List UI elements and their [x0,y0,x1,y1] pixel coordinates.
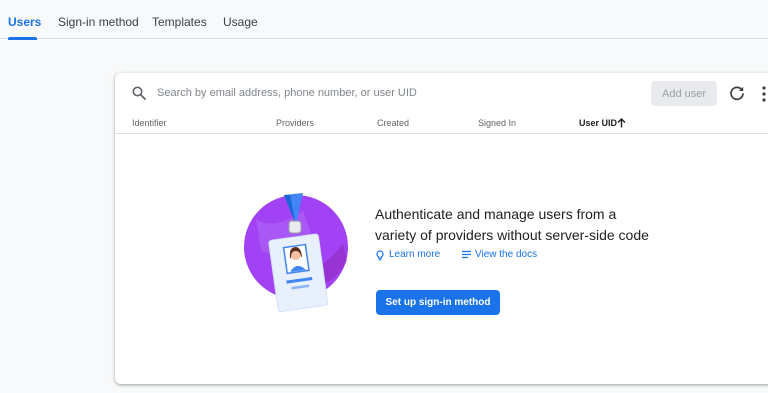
arrow-up-icon[interactable] [617,118,626,128]
column-created[interactable]: Created [377,118,409,128]
column-providers[interactable]: Providers [276,118,314,128]
docs-icon [462,250,471,259]
refresh-icon[interactable] [727,84,747,104]
tab-sign-in-method[interactable]: Sign-in method [58,0,139,39]
lightbulb-icon [376,250,384,261]
users-card: Add user Identifier Providers Created Si… [115,73,768,384]
column-user-uid[interactable]: User UID [579,118,617,128]
headline-line-2: variety of providers without server-side… [375,227,649,243]
tab-bar: Users Sign-in method Templates Usage [0,0,768,40]
search-icon [132,86,146,100]
id-badge-illustration-icon [244,193,348,313]
column-identifier[interactable]: Identifier [132,118,167,128]
headline-line-1: Authenticate and manage users from a [375,206,617,222]
empty-state-headline: Authenticate and manage users from a var… [375,204,675,246]
learn-more-label: Learn more [389,249,441,260]
tab-users[interactable]: Users [8,0,41,40]
view-docs-label: View the docs [475,249,538,260]
table-header: Identifier Providers Created Signed In U… [115,118,768,134]
tab-usage[interactable]: Usage [223,0,258,39]
set-up-sign-in-method-button[interactable]: Set up sign-in method [376,290,500,315]
add-user-button[interactable]: Add user [651,81,717,106]
search-input[interactable] [157,82,627,104]
column-signed-in[interactable]: Signed In [478,118,516,128]
more-vert-icon[interactable] [760,85,768,103]
tab-templates[interactable]: Templates [152,0,207,39]
